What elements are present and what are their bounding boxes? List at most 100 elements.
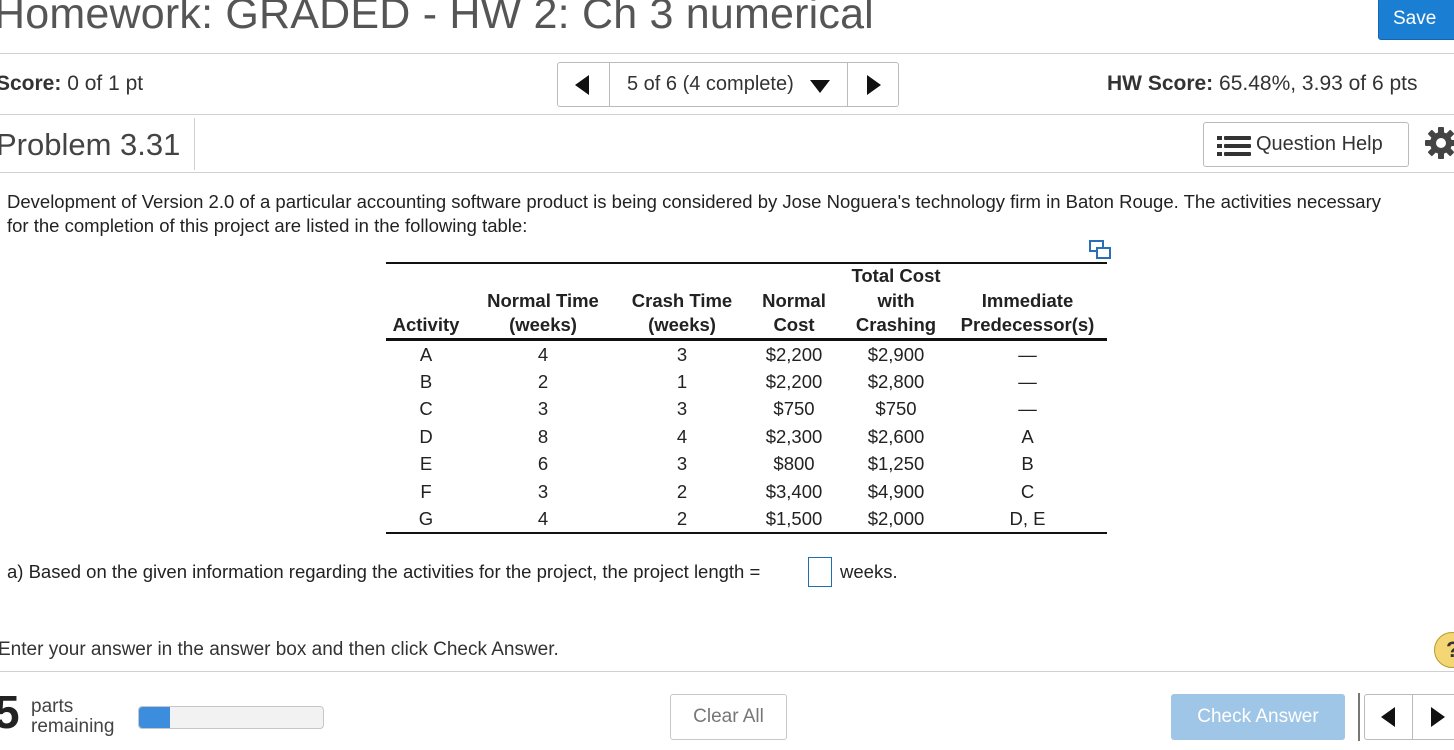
header-line: Crash Time (631, 289, 733, 311)
parts-remaining-count: 5 (0, 686, 20, 738)
caret-down-icon (810, 80, 830, 93)
question-bubble-icon[interactable]: ? (1434, 632, 1454, 668)
problem-title: Problem 3.31 (0, 127, 181, 162)
table-cell: 1 (676, 371, 688, 393)
table-cell: $4,900 (867, 480, 925, 502)
table-cell: $750 (773, 398, 815, 420)
header-line: (weeks) (648, 314, 716, 335)
table-header-row: Activity Normal Time (weeks) Crash Time … (386, 263, 1107, 341)
table-cell: B (419, 371, 433, 393)
progress-bar (138, 706, 324, 729)
table-cell: D, E (948, 504, 1107, 535)
table-cell: 8 (537, 425, 549, 447)
header-line: Normal Time (487, 289, 599, 311)
header-normal-cost: Normal Cost (744, 263, 844, 341)
project-length-input[interactable] (808, 557, 832, 587)
previous-question-button[interactable] (558, 63, 610, 106)
table-cell: 4 (537, 343, 549, 365)
answer-unit: weeks. (840, 561, 898, 582)
list-icon (1217, 136, 1251, 156)
header-line: Immediate (981, 289, 1074, 311)
header-predecessors: Immediate Predecessor(s) (948, 263, 1107, 341)
previous-question-button[interactable] (1365, 695, 1413, 739)
hw-score-label: HW Score: (1107, 72, 1214, 95)
header-line: Activity (392, 314, 460, 335)
table-cell: G (386, 504, 466, 535)
table-row: G 4 2 $1,500 $2,000 D, E (386, 504, 1107, 535)
divider (0, 172, 1454, 173)
table-cell: 3 (537, 480, 549, 502)
footer-navigator (1364, 694, 1454, 740)
question-help-button[interactable]: Question Help (1203, 122, 1409, 167)
table-row: F 3 2 $3,400 $4,900 C (386, 477, 1107, 504)
table-cell: 2 (676, 480, 688, 502)
divider (1358, 693, 1360, 741)
table-cell: $1,250 (867, 453, 925, 475)
table-cell: $3,400 (765, 480, 823, 502)
table-cell: $2,200 (765, 343, 823, 365)
divider (0, 114, 1454, 115)
table-cell: 4 (676, 425, 688, 447)
table-cell: $2,900 (867, 343, 925, 365)
header-total-cost: Total Cost with Crashing (844, 263, 948, 341)
clear-all-button[interactable]: Clear All (670, 694, 787, 740)
gear-icon[interactable] (1424, 126, 1454, 160)
table-cell: D (419, 425, 433, 447)
triangle-right-icon (867, 75, 881, 95)
table-row: B 2 1 $2,200 $2,800 — (386, 368, 1107, 395)
header-line: Crashing (855, 314, 937, 335)
parts-remaining-label: remaining (31, 716, 115, 737)
hw-score-value: 65.48%, 3.93 of 6 pts (1219, 72, 1418, 95)
divider (194, 118, 195, 170)
save-button[interactable]: Save (1378, 0, 1454, 40)
copy-icon[interactable] (1089, 240, 1111, 260)
table-row: A 4 3 $2,200 $2,900 — (386, 339, 1107, 368)
header-line: with (877, 289, 915, 311)
parts-remaining-label: parts (31, 696, 74, 717)
score-label: Score: (0, 72, 62, 95)
table-cell: $1,500 (744, 504, 844, 535)
table-cell: B (1021, 453, 1034, 475)
table-cell: 2 (620, 504, 744, 535)
question-select-label: 5 of 6 (4 complete) (627, 73, 794, 95)
table-cell: — (1018, 343, 1037, 365)
table-cell: C (419, 398, 433, 420)
table-cell: $2,600 (867, 425, 925, 447)
table-cell: 3 (676, 453, 688, 475)
header-line: Cost (773, 314, 815, 335)
table-row: E 6 3 $800 $1,250 B (386, 450, 1107, 477)
header-line: Predecessor(s) (960, 314, 1095, 335)
hw-score: HW Score: 65.48%, 3.93 of 6 pts (1107, 72, 1418, 96)
question-text: Development of Version 2.0 of a particul… (7, 191, 1381, 236)
header-line: Normal (762, 289, 826, 311)
table-cell: C (1020, 480, 1035, 502)
check-answer-button[interactable]: Check Answer (1171, 694, 1345, 740)
table-cell: 3 (537, 398, 549, 420)
header-line: Total Cost (851, 265, 941, 286)
table-cell: A (419, 343, 433, 365)
table-cell: $2,300 (765, 425, 823, 447)
table-cell: $800 (773, 453, 815, 475)
table-cell: 2 (537, 371, 549, 393)
triangle-right-icon (1431, 707, 1445, 727)
page-title: Homework: GRADED - HW 2: Ch 3 numerical (0, 0, 874, 38)
question-select[interactable]: 5 of 6 (4 complete) (610, 63, 848, 106)
table-row: D 8 4 $2,300 $2,600 A (386, 423, 1107, 450)
header-normal-time: Normal Time (weeks) (466, 263, 620, 341)
table-cell: $2,200 (765, 371, 823, 393)
question-navigator: 5 of 6 (4 complete) (557, 62, 899, 107)
table-cell: — (1018, 398, 1037, 420)
header-activity: Activity (386, 263, 466, 341)
table-cell: $2,000 (844, 504, 948, 535)
table-row: C 3 3 $750 $750 — (386, 395, 1107, 422)
header-crash-time: Crash Time (weeks) (620, 263, 744, 341)
table-cell: F (420, 480, 432, 502)
table-cell: — (1018, 371, 1037, 393)
table-cell: $2,800 (867, 371, 925, 393)
triangle-left-icon (575, 75, 589, 95)
next-question-button[interactable] (1413, 695, 1454, 739)
activities-table: Activity Normal Time (weeks) Crash Time … (386, 262, 1107, 535)
triangle-left-icon (1381, 707, 1395, 727)
table-cell: 3 (676, 398, 688, 420)
next-question-button[interactable] (848, 63, 898, 106)
